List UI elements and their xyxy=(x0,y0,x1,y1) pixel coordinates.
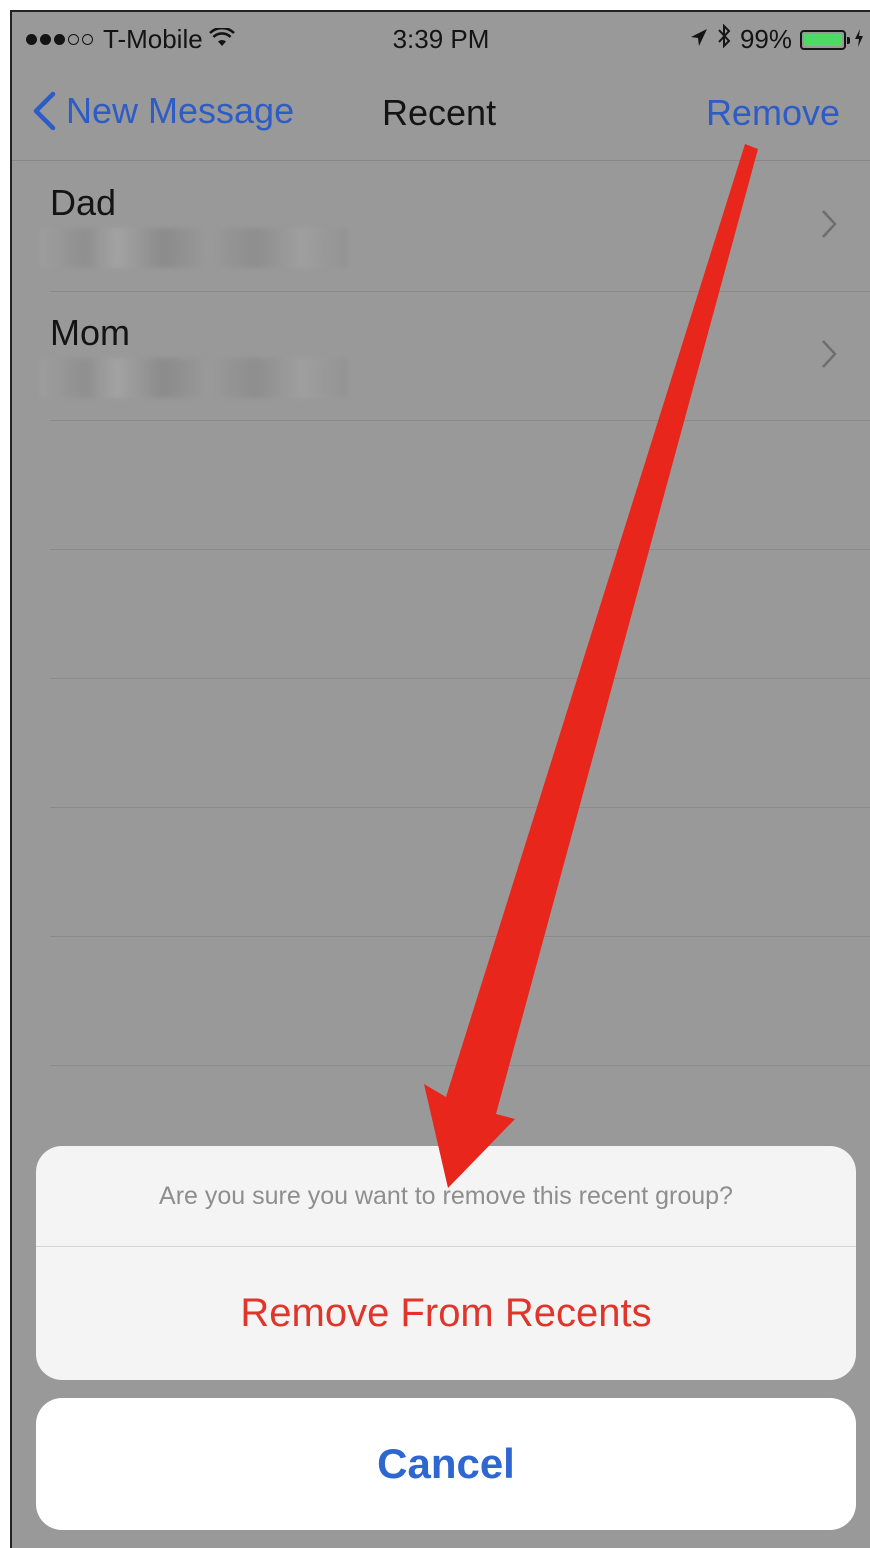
bluetooth-icon xyxy=(716,23,732,55)
action-sheet: Are you sure you want to remove this rec… xyxy=(36,1146,856,1380)
status-right-group: 99% xyxy=(690,23,864,55)
back-button[interactable]: New Message xyxy=(32,90,294,132)
row-divider xyxy=(50,420,870,421)
navigation-bar: New Message Recent Remove xyxy=(12,80,870,162)
action-sheet-message: Are you sure you want to remove this rec… xyxy=(159,1181,733,1210)
recent-row-dad[interactable]: Dad xyxy=(12,162,870,292)
battery-icon xyxy=(800,29,850,50)
row-divider xyxy=(50,1065,870,1066)
back-button-label: New Message xyxy=(66,90,295,131)
contact-name: Mom xyxy=(50,312,130,353)
redacted-contact-detail xyxy=(40,228,348,268)
remove-button[interactable]: Remove xyxy=(706,92,840,134)
charging-icon xyxy=(854,24,864,55)
remove-from-recents-button[interactable]: Remove From Recents xyxy=(36,1247,856,1380)
page-title: Recent xyxy=(382,92,497,133)
chevron-left-icon xyxy=(33,91,56,131)
recent-row-mom[interactable]: Mom xyxy=(12,292,870,422)
location-icon xyxy=(690,24,708,55)
chevron-right-icon xyxy=(822,210,837,238)
battery-percentage: 99% xyxy=(739,24,792,54)
row-divider xyxy=(50,549,870,550)
redacted-contact-detail xyxy=(40,358,348,398)
row-divider xyxy=(50,807,870,808)
cancel-button[interactable]: Cancel xyxy=(36,1398,856,1530)
status-bar: T-Mobile 3:39 PM 99% xyxy=(12,12,870,64)
row-divider xyxy=(50,678,870,679)
navbar-divider xyxy=(12,160,870,161)
chevron-right-icon xyxy=(822,340,837,368)
contact-name: Dad xyxy=(50,182,117,223)
row-divider xyxy=(50,936,870,937)
phone-screen: T-Mobile 3:39 PM 99% New Message Recent xyxy=(12,12,870,1548)
